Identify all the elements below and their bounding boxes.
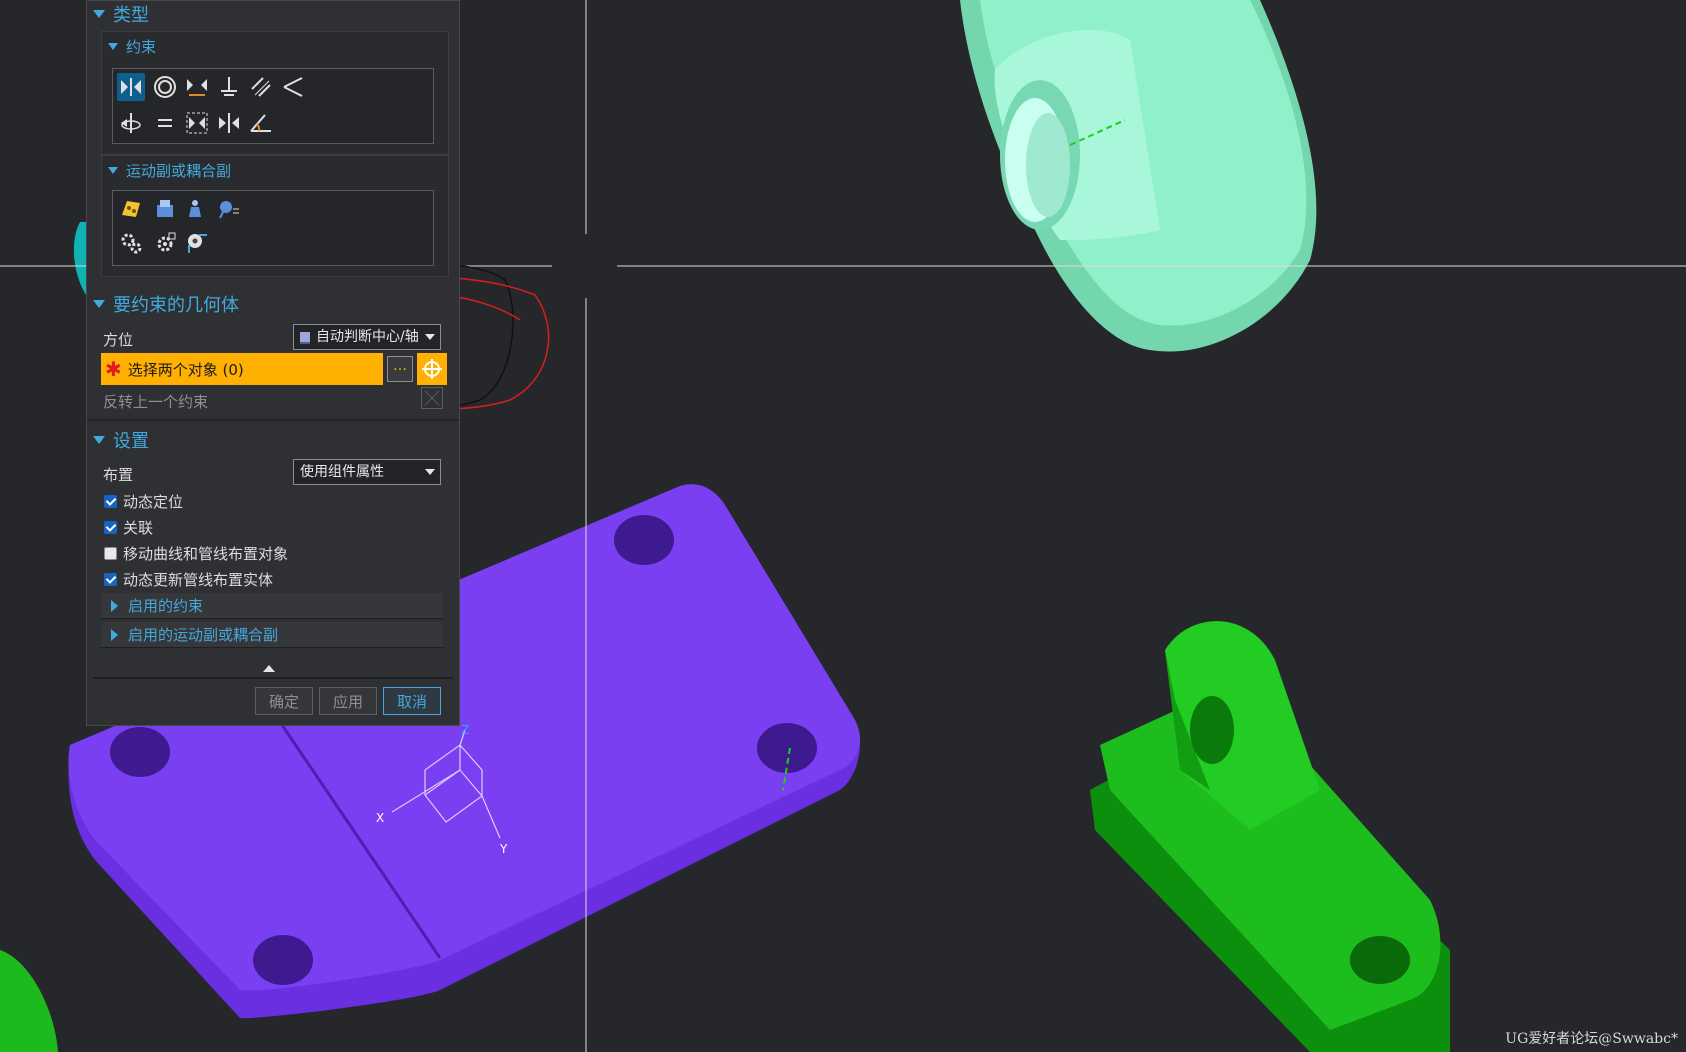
green-bracket [1090, 621, 1450, 1052]
gear-icon[interactable] [117, 229, 145, 257]
perpendicular-icon[interactable] [279, 73, 307, 101]
collapse-triangle-icon [108, 167, 118, 174]
checkbox-label: 移动曲线和管线布置对象 [123, 545, 289, 563]
equal-icon[interactable] [151, 109, 179, 137]
constraints-subgroup-header[interactable]: 约束 [108, 36, 156, 57]
assembly-constraints-dialog: 类型 约束 运动副或耦合副 要约束的几何体 方位 自动判断中心/轴 ✱ 选择两个… [86, 0, 460, 726]
checkbox-box[interactable] [104, 521, 117, 534]
fix-icon[interactable] [215, 73, 243, 101]
group-geometry-title: 要约束的几何体 [113, 295, 239, 316]
group-settings-header[interactable]: 设置 [93, 427, 149, 453]
collapse-triangle-icon [93, 300, 105, 308]
collapse-triangle-icon [93, 10, 105, 18]
cancel-button[interactable]: 取消 [383, 687, 441, 715]
dynamic-positioning-checkbox[interactable]: 动态定位 [104, 491, 183, 512]
select-objects-row[interactable]: ✱ 选择两个对象 (0) [101, 353, 383, 385]
associative-checkbox[interactable]: 关联 [104, 517, 153, 538]
expand-triangle-icon [111, 599, 118, 612]
motion-subgroup-header[interactable]: 运动副或耦合副 [108, 160, 231, 181]
collapse-dialog-arrow-icon[interactable] [263, 665, 275, 672]
dynamic-update-routing-checkbox[interactable]: 动态更新管线布置实体 [104, 569, 273, 590]
motion-type-panel [112, 190, 434, 266]
checkbox-label: 动态更新管线布置实体 [123, 571, 274, 589]
crosshair-target-icon [422, 359, 442, 379]
reverse-constraint-label: 反转上一个约束 [103, 393, 209, 411]
orientation-label: 方位 [103, 331, 134, 349]
collapse-triangle-icon [108, 43, 118, 50]
ellipsis-icon: … [393, 358, 407, 374]
ok-button[interactable]: 确定 [255, 687, 313, 715]
chevron-down-icon [425, 334, 435, 340]
class-selection-button[interactable]: … [387, 356, 413, 382]
layout-dropdown[interactable]: 使用组件属性 [293, 459, 441, 485]
select-objects-label: 选择两个对象 (0) [127, 360, 244, 379]
layout-label: 布置 [103, 466, 134, 484]
group-type-header[interactable]: 类型 [93, 1, 149, 27]
touch-align-icon[interactable] [117, 73, 145, 101]
triad-z-label: Z [461, 723, 469, 737]
checkbox-label: 动态定位 [123, 493, 184, 511]
checkbox-label: 关联 [123, 519, 154, 537]
motion-a-icon[interactable] [151, 195, 179, 223]
reverse-icon [424, 390, 440, 406]
joint-wizard-icon[interactable] [117, 195, 145, 223]
group-geometry-header[interactable]: 要约束的几何体 [93, 291, 239, 317]
orientation-option-icon [300, 332, 310, 344]
enabled-constraints-row[interactable]: 启用的约束 [101, 593, 443, 619]
group-settings-title: 设置 [113, 431, 149, 452]
chevron-down-icon [425, 469, 435, 475]
gear-settings-icon[interactable] [151, 229, 179, 257]
distance-icon[interactable] [183, 73, 211, 101]
collapse-triangle-icon [93, 436, 105, 444]
constraints-subgroup-title: 约束 [126, 38, 157, 56]
motion-b-icon[interactable] [183, 195, 211, 223]
concentric-icon[interactable] [151, 73, 179, 101]
motion-subgroup-title: 运动副或耦合副 [126, 162, 232, 180]
section-divider [87, 419, 459, 421]
point-dialog-button[interactable] [417, 353, 447, 385]
triad-x-label: X [376, 811, 384, 825]
bearing-housing [960, 0, 1317, 352]
parallel-icon[interactable] [247, 73, 275, 101]
green-part-fragment [0, 950, 58, 1052]
angle-icon[interactable] [247, 109, 275, 137]
orientation-value: 自动判断中心/轴 [316, 329, 419, 345]
pin-icon[interactable] [183, 229, 211, 257]
fit-icon[interactable] [183, 109, 211, 137]
watermark: UG爱好者论坛@Swwabc* [1505, 1031, 1678, 1047]
enabled-motion-row[interactable]: 启用的运动副或耦合副 [101, 622, 443, 648]
apply-button[interactable]: 应用 [319, 687, 377, 715]
move-curves-checkbox[interactable]: 移动曲线和管线布置对象 [104, 543, 288, 564]
group-type-title: 类型 [113, 5, 149, 26]
enabled-motion-label: 启用的运动副或耦合副 [128, 626, 279, 644]
layout-value: 使用组件属性 [300, 464, 384, 480]
motion-c-icon[interactable] [215, 195, 243, 223]
constraint-type-panel [112, 68, 434, 144]
enabled-constraints-label: 启用的约束 [128, 597, 204, 615]
bond-icon[interactable] [215, 109, 243, 137]
checkbox-box[interactable] [104, 547, 117, 560]
constraints-subgroup: 约束 [101, 31, 449, 155]
expand-triangle-icon [111, 628, 118, 641]
triad-y-label: Y [499, 842, 508, 856]
required-asterisk-icon: ✱ [105, 357, 122, 381]
button-bar-divider [93, 677, 453, 679]
orientation-dropdown[interactable]: 自动判断中心/轴 [293, 324, 441, 350]
checkbox-box[interactable] [104, 573, 117, 586]
motion-subgroup: 运动副或耦合副 [101, 155, 449, 277]
checkbox-box[interactable] [104, 495, 117, 508]
align-lock-icon[interactable] [117, 109, 145, 137]
reverse-constraint-button[interactable] [421, 387, 443, 409]
